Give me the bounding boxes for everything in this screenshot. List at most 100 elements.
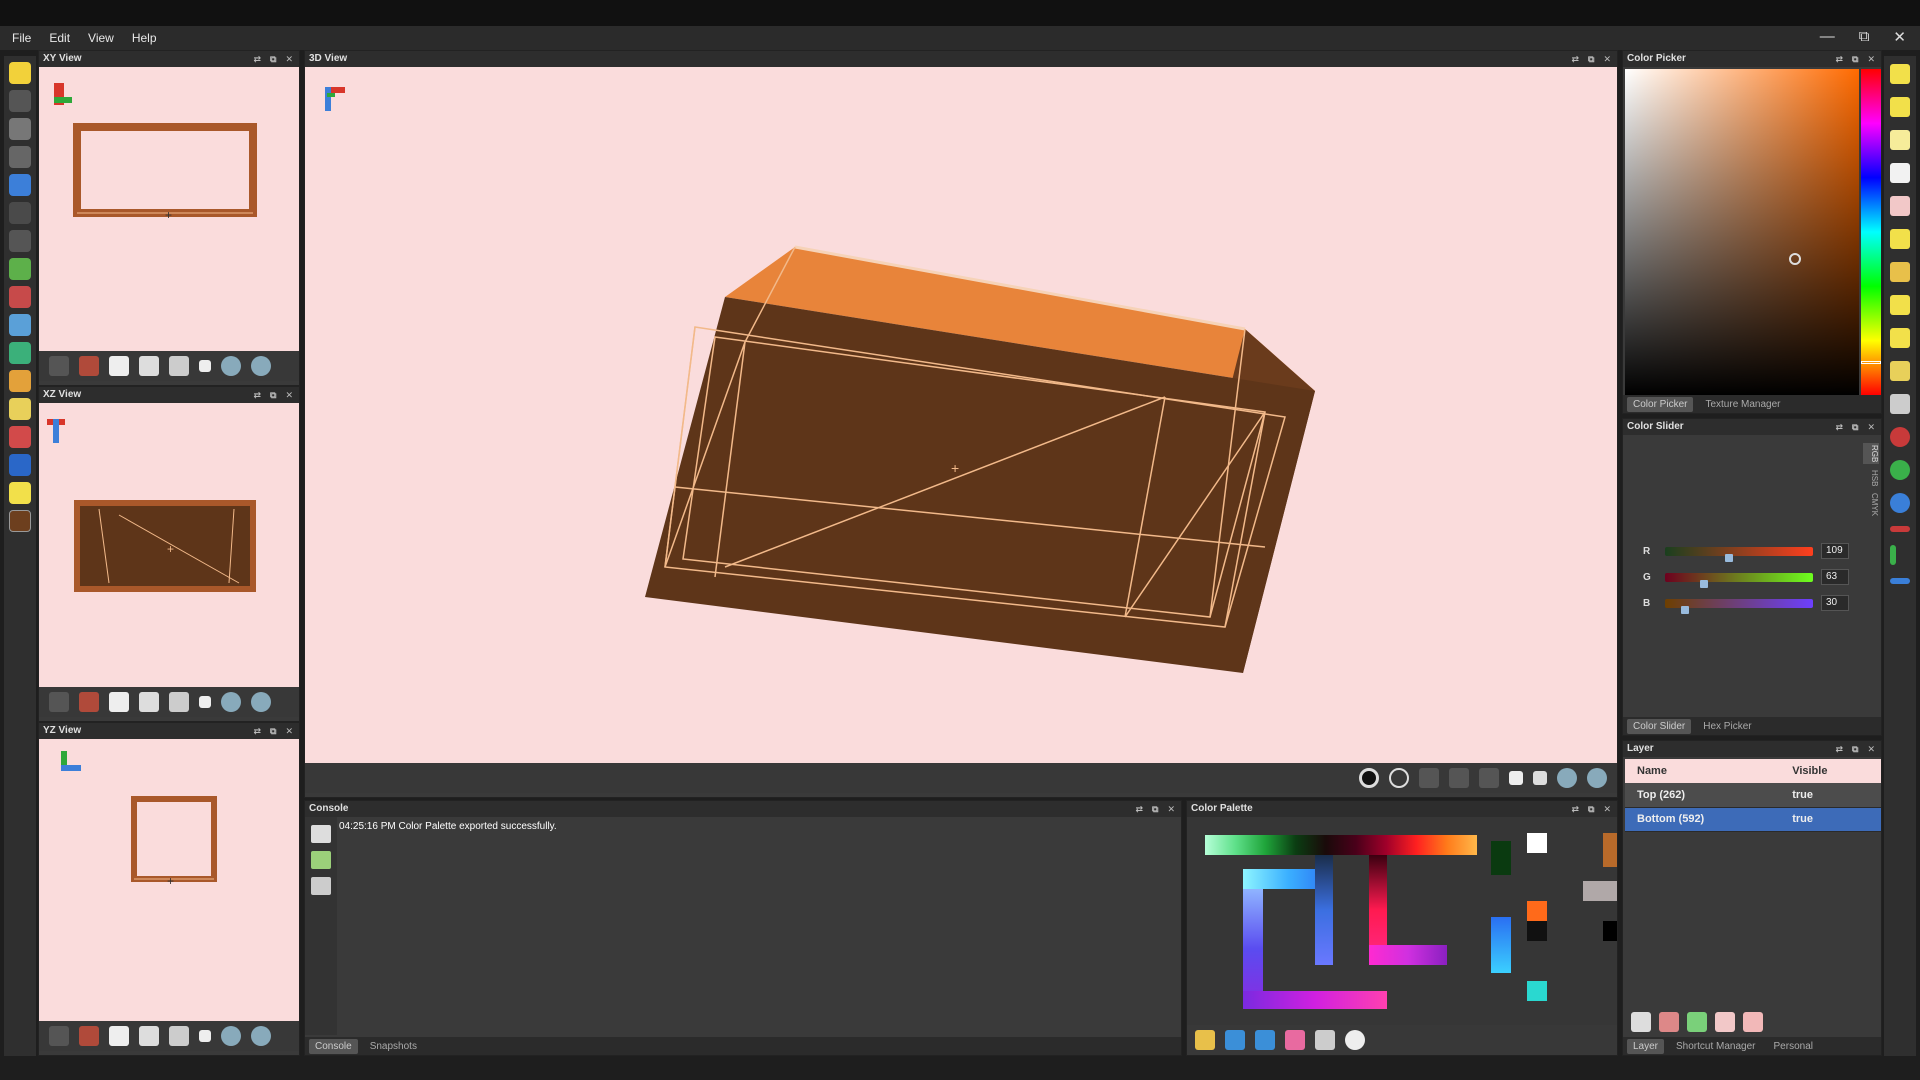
- page-icon[interactable]: [109, 1026, 129, 1046]
- zoom-out-icon[interactable]: [221, 1026, 241, 1046]
- slider-track-r[interactable]: [1665, 546, 1813, 562]
- undo-icon[interactable]: [9, 258, 31, 280]
- filter-icon[interactable]: [311, 825, 331, 843]
- render-icon[interactable]: [79, 692, 99, 712]
- layer-visible[interactable]: true: [1780, 783, 1881, 808]
- palette-black-2[interactable]: [1603, 921, 1617, 941]
- note-remove-icon[interactable]: [1890, 262, 1910, 282]
- float-icon[interactable]: ⧉: [270, 51, 276, 67]
- slider-knob-b[interactable]: [1681, 605, 1689, 614]
- note-add-icon[interactable]: [1890, 97, 1910, 117]
- pin-icon[interactable]: ⇄: [1835, 51, 1843, 67]
- eyedropper-icon[interactable]: [9, 398, 31, 420]
- menu-edit[interactable]: Edit: [49, 31, 70, 45]
- note-arrow-icon[interactable]: [1890, 328, 1910, 348]
- duplicate-icon[interactable]: [1743, 1012, 1763, 1032]
- 3d-viewport[interactable]: +: [305, 67, 1617, 763]
- table-row[interactable]: Top (262) true: [1625, 783, 1881, 808]
- rotate-z-icon[interactable]: [1890, 493, 1910, 513]
- menu-help[interactable]: Help: [132, 31, 157, 45]
- page-copy-icon[interactable]: [169, 692, 189, 712]
- slider-value-b[interactable]: 30: [1821, 595, 1849, 611]
- color-swap-icon[interactable]: [9, 454, 31, 476]
- float-icon[interactable]: ⧉: [1852, 51, 1858, 67]
- fit-icon[interactable]: [49, 1026, 69, 1046]
- page-icon[interactable]: [109, 356, 129, 376]
- note-copy-icon[interactable]: [1890, 229, 1910, 249]
- page-split-icon[interactable]: [139, 692, 159, 712]
- tab-layer[interactable]: Layer: [1627, 1038, 1665, 1054]
- menu-view[interactable]: View: [88, 31, 114, 45]
- tab-shortcut-manager[interactable]: Shortcut Manager: [1670, 1039, 1762, 1054]
- pin-icon[interactable]: ⇄: [1571, 51, 1579, 67]
- pin-icon[interactable]: ⇄: [1835, 419, 1843, 435]
- plus-icon[interactable]: [1315, 1030, 1335, 1050]
- zoom-in-icon[interactable]: [251, 1026, 271, 1046]
- pin-icon[interactable]: ⇄: [253, 723, 261, 739]
- palette-blue-column[interactable]: [1315, 855, 1333, 965]
- close-icon[interactable]: ✕: [1603, 51, 1611, 67]
- page-copy-icon[interactable]: [169, 356, 189, 376]
- tab-snapshots[interactable]: Snapshots: [364, 1039, 423, 1054]
- clear-icon[interactable]: [311, 851, 331, 869]
- import-icon[interactable]: [1225, 1030, 1245, 1050]
- circle-icon[interactable]: [1345, 1030, 1365, 1050]
- checker-icon[interactable]: [1890, 394, 1910, 414]
- eraser-icon[interactable]: [311, 877, 331, 895]
- delete-layer-icon[interactable]: [1659, 1012, 1679, 1032]
- tab-color-picker[interactable]: Color Picker: [1627, 396, 1694, 412]
- slider-track-b[interactable]: [1665, 598, 1813, 614]
- shapes-icon[interactable]: [9, 342, 31, 364]
- square-icon[interactable]: [1509, 771, 1523, 785]
- square-icon[interactable]: [199, 696, 211, 708]
- square-icon[interactable]: [199, 360, 211, 372]
- close-icon[interactable]: ✕: [1603, 801, 1611, 817]
- col-visible[interactable]: Visible: [1780, 759, 1881, 783]
- page-split-icon[interactable]: [139, 356, 159, 376]
- hue-strip[interactable]: [1861, 69, 1881, 395]
- pin-icon[interactable]: ⇄: [253, 51, 261, 67]
- zoom-out-icon[interactable]: [1557, 768, 1577, 788]
- note-icon[interactable]: [1890, 64, 1910, 84]
- zoom-out-icon[interactable]: [221, 692, 241, 712]
- axis-z-icon[interactable]: [1890, 578, 1910, 584]
- palette-grid[interactable]: [1187, 817, 1617, 1025]
- select-icon[interactable]: [9, 482, 31, 504]
- close-button[interactable]: ✕: [1893, 28, 1906, 46]
- close-icon[interactable]: ✕: [1867, 419, 1875, 435]
- fit-all-icon[interactable]: [1479, 768, 1499, 788]
- palette-icon[interactable]: [1285, 1030, 1305, 1050]
- redo-icon[interactable]: [9, 286, 31, 308]
- close-icon[interactable]: ✕: [1167, 801, 1175, 817]
- export-icon[interactable]: [1255, 1030, 1275, 1050]
- xy-viewport[interactable]: +: [39, 67, 299, 351]
- square-small-icon[interactable]: [1533, 771, 1547, 785]
- layer-visible[interactable]: true: [1780, 807, 1881, 832]
- axis-y-icon[interactable]: [1890, 545, 1896, 565]
- square-icon[interactable]: [199, 1030, 211, 1042]
- render-icon[interactable]: [79, 1026, 99, 1046]
- palette-brown[interactable]: [1603, 833, 1617, 867]
- saturation-value-field[interactable]: [1625, 69, 1859, 395]
- paint-bucket-icon[interactable]: [9, 426, 31, 448]
- move-icon[interactable]: [9, 202, 31, 224]
- palette-cyan-column[interactable]: [1491, 917, 1511, 973]
- close-icon[interactable]: ✕: [285, 387, 293, 403]
- menu-file[interactable]: File: [12, 31, 31, 45]
- color-picker-cursor[interactable]: [1789, 253, 1801, 265]
- palette-white[interactable]: [1527, 833, 1547, 853]
- pin-icon[interactable]: ⇄: [253, 387, 261, 403]
- tab-personal[interactable]: Personal: [1768, 1039, 1819, 1054]
- rotate-y-icon[interactable]: [1890, 460, 1910, 480]
- fit-icon[interactable]: [49, 692, 69, 712]
- tab-hex-picker[interactable]: Hex Picker: [1697, 719, 1757, 734]
- fill-icon[interactable]: [9, 370, 31, 392]
- float-icon[interactable]: ⧉: [270, 723, 276, 739]
- palette-dark-green[interactable]: [1491, 841, 1511, 875]
- note-pink-icon[interactable]: [1890, 196, 1910, 216]
- palette-teal[interactable]: [1527, 981, 1547, 1001]
- xz-viewport[interactable]: +: [39, 403, 299, 687]
- grid-icon[interactable]: [9, 118, 31, 140]
- float-icon[interactable]: ⧉: [1852, 741, 1858, 757]
- mode-hsb[interactable]: HSB: [1863, 470, 1879, 486]
